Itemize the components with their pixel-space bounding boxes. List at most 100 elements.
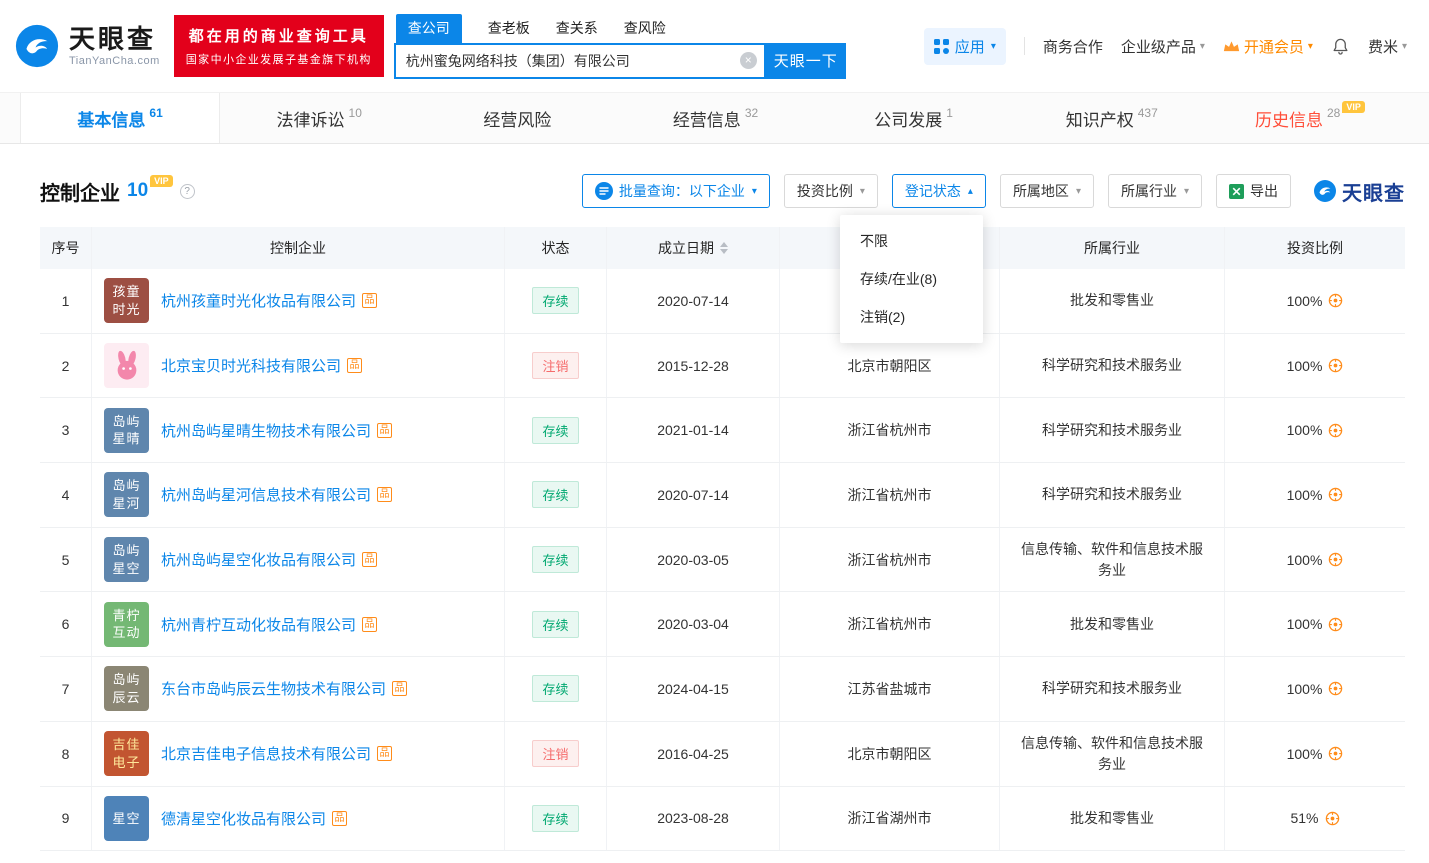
- ratio-value: 100%: [1286, 486, 1323, 503]
- company-logo[interactable]: 岛屿 星空: [104, 537, 149, 583]
- grid-icon: [933, 38, 949, 54]
- tab-label: 法律诉讼: [276, 110, 345, 130]
- company-logo[interactable]: 岛屿 星河: [104, 472, 149, 518]
- company-tab[interactable]: 公司发展 1: [815, 93, 1013, 143]
- equity-structure-icon[interactable]: 品: [362, 293, 378, 309]
- company-logo[interactable]: 吉佳 电子: [104, 731, 149, 777]
- chevron-icon: ▾: [859, 185, 865, 197]
- help-icon[interactable]: ?: [179, 183, 195, 199]
- company-name-link[interactable]: 北京吉佳电子信息技术有限公司: [161, 743, 371, 764]
- filter-button[interactable]: 所属地区 ▾: [999, 174, 1094, 208]
- row-index: 2: [40, 333, 92, 398]
- company-name-link[interactable]: 杭州岛屿星河信息技术有限公司: [161, 484, 371, 505]
- region: 江苏省盐城市: [780, 657, 1000, 721]
- search-tab[interactable]: 查风险: [624, 14, 666, 43]
- region: 浙江省杭州市: [780, 463, 1000, 527]
- nav-enterprise[interactable]: 企业级产品 ▾: [1121, 36, 1205, 57]
- company-logo[interactable]: 青柠 互动: [104, 601, 149, 647]
- search-button[interactable]: 天眼一下: [765, 42, 846, 79]
- clear-search-icon[interactable]: ×: [739, 51, 757, 69]
- ratio-cell: 51%: [1225, 787, 1405, 851]
- equity-structure-icon[interactable]: 品: [392, 681, 408, 697]
- search-tab[interactable]: 查关系: [556, 14, 598, 43]
- search-tab[interactable]: 查老板: [488, 14, 530, 43]
- equity-structure-icon[interactable]: 品: [377, 487, 393, 503]
- penetrate-icon[interactable]: [1328, 358, 1343, 373]
- company-name-link[interactable]: 东台市岛屿辰云生物技术有限公司: [161, 678, 386, 699]
- equity-structure-icon[interactable]: 品: [362, 616, 378, 632]
- equity-structure-icon[interactable]: 品: [377, 746, 393, 762]
- watermark-label: 天眼查: [1342, 182, 1405, 205]
- equity-structure-icon[interactable]: 品: [362, 552, 378, 568]
- company-tab[interactable]: 法律诉讼 10: [220, 93, 418, 143]
- status-badge: 存续: [532, 804, 579, 832]
- penetrate-icon[interactable]: [1328, 423, 1343, 438]
- search-tab[interactable]: 查公司: [395, 13, 462, 43]
- company-name-link[interactable]: 杭州岛屿星晴生物技术有限公司: [161, 420, 371, 441]
- filter-button[interactable]: 登记状态 ▴: [891, 174, 986, 208]
- tab-count: 32: [744, 106, 759, 120]
- region: 北京市朝阳区: [780, 333, 1000, 398]
- industry: 批发和零售业: [1000, 786, 1225, 851]
- company-tab[interactable]: 经营信息 32: [616, 93, 814, 143]
- row-index: 6: [40, 592, 92, 657]
- company-cell: 吉佳 电子 北京吉佳电子信息技术有限公司 品: [92, 721, 505, 786]
- batch-query-button[interactable]: 批量查询：以下企业 ▾: [581, 174, 770, 208]
- ratio-cell: 100%: [1225, 528, 1405, 592]
- nav-user[interactable]: 费米 ▾: [1368, 36, 1407, 57]
- penetrate-icon[interactable]: [1325, 811, 1340, 826]
- notification-bell-icon[interactable]: [1331, 37, 1350, 56]
- company-tab[interactable]: 历史信息 28 VIP: [1211, 93, 1409, 143]
- company-logo[interactable]: 孩童 时光: [104, 278, 149, 324]
- ratio-value: 100%: [1286, 422, 1323, 439]
- apps-button[interactable]: 应用 ▾: [923, 27, 1006, 65]
- table-row: 2 北京宝贝时光科技有限公司 品 注销 2015-12-28 北京市朝阳区 科学…: [40, 333, 1405, 399]
- penetrate-icon[interactable]: [1328, 746, 1343, 761]
- status-cell: 存续: [505, 657, 607, 721]
- penetrate-icon[interactable]: [1328, 552, 1343, 567]
- equity-structure-icon[interactable]: 品: [377, 422, 393, 438]
- equity-structure-icon[interactable]: 品: [332, 810, 348, 826]
- company-logo[interactable]: [104, 343, 149, 389]
- table-row: 6 青柠 互动 杭州青柠互动化妆品有限公司 品 存续 2020-03-04 浙江…: [40, 592, 1405, 658]
- dropdown-option[interactable]: 注销(2): [840, 298, 983, 336]
- company-tab[interactable]: 经营风险: [418, 93, 616, 143]
- company-logo[interactable]: 星空: [104, 795, 149, 841]
- export-button[interactable]: 导出: [1216, 174, 1291, 208]
- company-logo[interactable]: 岛屿 星晴: [104, 407, 149, 453]
- company-tab[interactable]: 知识产权 437: [1013, 93, 1211, 143]
- dropdown-option[interactable]: 不限: [840, 222, 983, 260]
- penetrate-icon[interactable]: [1328, 681, 1343, 696]
- nav-cooperation[interactable]: 商务合作: [1043, 36, 1103, 57]
- company-name-link[interactable]: 杭州孩童时光化妆品有限公司: [161, 290, 356, 311]
- company-logo[interactable]: 岛屿 辰云: [104, 666, 149, 712]
- penetrate-icon[interactable]: [1328, 487, 1343, 502]
- table-body: 1 孩童 时光 杭州孩童时光化妆品有限公司 品 存续 2020-07-14 批发…: [40, 269, 1405, 852]
- dropdown-option[interactable]: 存续/在业(8): [840, 260, 983, 298]
- search-input[interactable]: [393, 42, 766, 79]
- penetrate-icon[interactable]: [1328, 617, 1343, 632]
- status-badge: 注销: [532, 740, 579, 768]
- company-name-link[interactable]: 杭州岛屿星空化妆品有限公司: [161, 549, 356, 570]
- chevron-down-icon: ▾: [1307, 40, 1313, 52]
- penetrate-icon[interactable]: [1328, 293, 1343, 308]
- brand-domain: TianYanCha.com: [69, 54, 160, 67]
- industry: 科学研究和技术服务业: [1000, 463, 1225, 527]
- equity-structure-icon[interactable]: 品: [347, 358, 363, 374]
- sort-control[interactable]: [720, 242, 728, 254]
- header-date: 成立日期: [607, 227, 780, 269]
- ratio-value: 100%: [1286, 551, 1323, 568]
- company-name-link[interactable]: 北京宝贝时光科技有限公司: [161, 355, 341, 376]
- company-tab[interactable]: 基本信息 61: [20, 93, 221, 143]
- nav-open-vip[interactable]: 开通会员 ▾: [1223, 36, 1313, 57]
- region: 北京市朝阳区: [780, 721, 1000, 786]
- region: 浙江省杭州市: [780, 527, 1000, 592]
- ratio-cell: 100%: [1225, 398, 1405, 462]
- filter-button[interactable]: 投资比例 ▾: [783, 174, 878, 208]
- tianyancha-logo[interactable]: 天眼查 TianYanCha.com: [14, 23, 160, 69]
- company-name-link[interactable]: 德清星空化妆品有限公司: [161, 808, 326, 829]
- company-name-link[interactable]: 杭州青柠互动化妆品有限公司: [161, 614, 356, 635]
- rabbit-icon: [117, 350, 136, 380]
- filter-button[interactable]: 所属行业 ▾: [1107, 174, 1202, 208]
- chevron-down-icon: ▾: [751, 185, 757, 197]
